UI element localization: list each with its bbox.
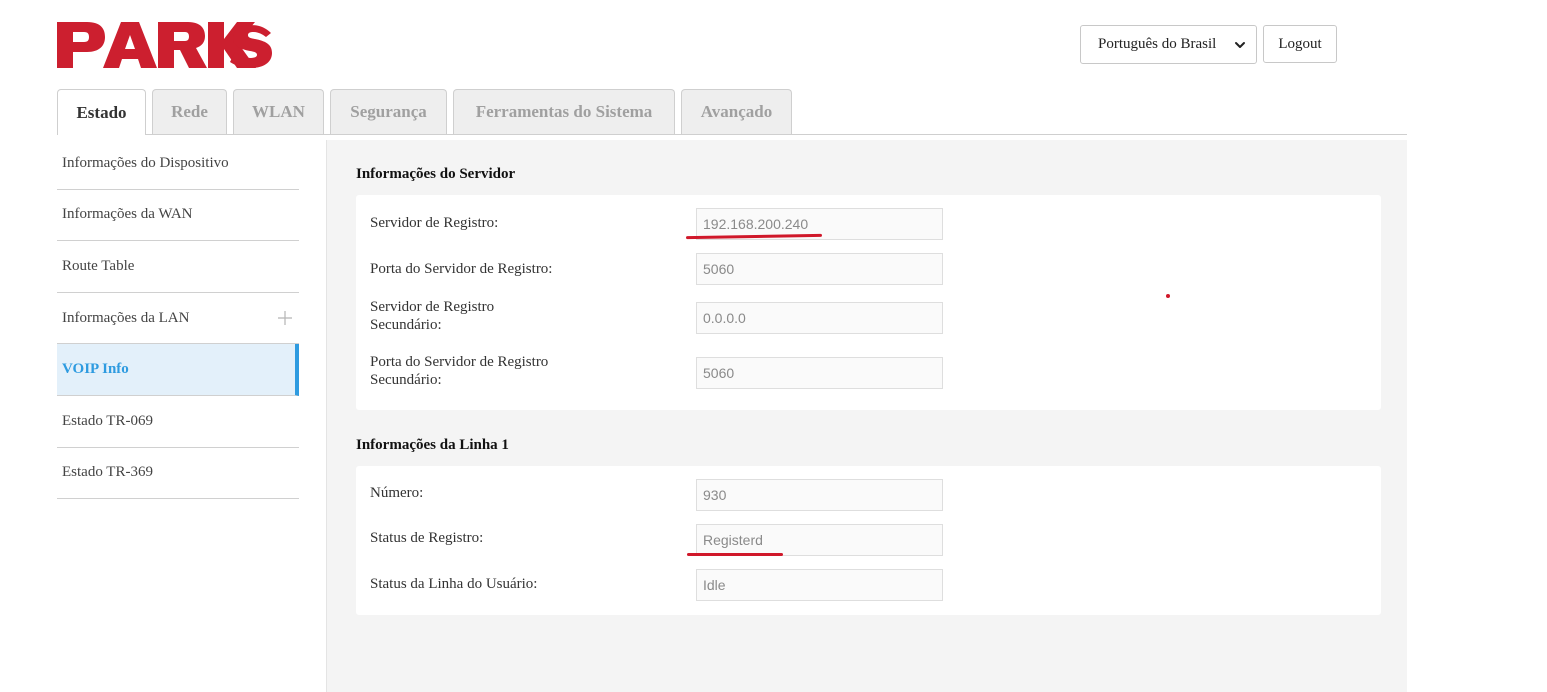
logout-button[interactable]: Logout: [1263, 25, 1337, 63]
server-info-card: Servidor de Registro: 192.168.200.240 Po…: [356, 195, 1381, 410]
field-label: Porta do Servidor de Registro:: [370, 261, 553, 277]
sidebar-item-estado-tr-069[interactable]: Estado TR-069: [57, 396, 299, 448]
secondary-port-field: 5060: [696, 357, 943, 389]
server-info-title: Informações do Servidor: [356, 166, 516, 182]
language-select-value: Português do Brasil: [1098, 36, 1217, 52]
tab-avancado[interactable]: Avançado: [681, 89, 792, 134]
sidebar-item-label: Informações do Dispositivo: [62, 154, 229, 171]
field-label: Status da Linha do Usuário:: [370, 576, 538, 592]
registration-port-field: 5060: [696, 253, 943, 285]
tabs-divider: [57, 134, 1407, 135]
sidebar-item-estado-tr-369[interactable]: Estado TR-369: [57, 448, 299, 500]
secondary-server-field: 0.0.0.0: [696, 302, 943, 334]
active-tab-cover: [58, 134, 145, 135]
sidebar-item-label: Informações da WAN: [62, 206, 193, 223]
field-label: Servidor de Registro:: [370, 215, 499, 231]
sidebar-item-route-table[interactable]: Route Table: [57, 241, 299, 293]
server-row-porta-secundario: Porta do Servidor de Registro Secundário…: [356, 354, 1381, 389]
sidebar: Informações do Dispositivo Informações d…: [57, 138, 299, 500]
sidebar-item-label: VOIP Info: [62, 361, 129, 378]
line-row-numero: Número: 930: [356, 479, 1381, 511]
line-row-status-registro: Status de Registro: Registerd: [356, 524, 1381, 556]
tab-estado[interactable]: Estado: [57, 89, 146, 135]
sidebar-item-label: Estado TR-369: [62, 464, 153, 481]
field-label: Porta do Servidor de Registro Secundário…: [370, 354, 549, 388]
registration-status-field: Registerd: [696, 524, 943, 556]
tab-ferramentas-do-sistema[interactable]: Ferramentas do Sistema: [453, 89, 675, 134]
main-tabs: Estado Rede WLAN Segurança Ferramentas d…: [57, 89, 798, 135]
server-row-registro: Servidor de Registro: 192.168.200.240: [356, 208, 1381, 240]
line1-info-card: Número: 930 Status de Registro: Register…: [356, 466, 1381, 615]
sidebar-item-informacoes-da-wan[interactable]: Informações da WAN: [57, 190, 299, 242]
line-row-status-linha: Status da Linha do Usuário: Idle: [356, 569, 1381, 601]
number-field: 930: [696, 479, 943, 511]
annotation-underline: [687, 553, 783, 556]
tab-rede[interactable]: Rede: [152, 89, 227, 134]
router-admin-page: Português do Brasil Logout Estado Rede W…: [0, 0, 1547, 692]
field-label: Servidor de Registro Secundário:: [370, 299, 495, 333]
field-label: Número:: [370, 485, 424, 501]
chevron-down-icon: [1235, 41, 1245, 48]
server-row-porta: Porta do Servidor de Registro: 5060: [356, 253, 1381, 285]
language-select[interactable]: Português do Brasil: [1080, 25, 1257, 64]
sidebar-item-voip-info[interactable]: VOIP Info: [57, 344, 299, 396]
parks-logo: [57, 22, 272, 68]
tab-wlan[interactable]: WLAN: [233, 89, 324, 134]
sidebar-item-label: Route Table: [62, 257, 135, 274]
sidebar-item-informacoes-da-lan[interactable]: Informações da LAN: [57, 293, 299, 345]
tab-seguranca[interactable]: Segurança: [330, 89, 447, 134]
field-label: Status de Registro:: [370, 530, 484, 546]
content-panel: Informações do Servidor Servidor de Regi…: [326, 140, 1407, 692]
annotation-dot: [1166, 294, 1170, 298]
sidebar-item-label: Estado TR-069: [62, 412, 153, 429]
sidebar-item-informacoes-do-dispositivo[interactable]: Informações do Dispositivo: [57, 138, 299, 190]
user-line-status-field: Idle: [696, 569, 943, 601]
server-row-secundario: Servidor de Registro Secundário: 0.0.0.0: [356, 299, 1381, 334]
line1-info-title: Informações da Linha 1: [356, 437, 509, 453]
sidebar-item-label: Informações da LAN: [62, 309, 190, 326]
plus-icon[interactable]: [277, 310, 293, 326]
